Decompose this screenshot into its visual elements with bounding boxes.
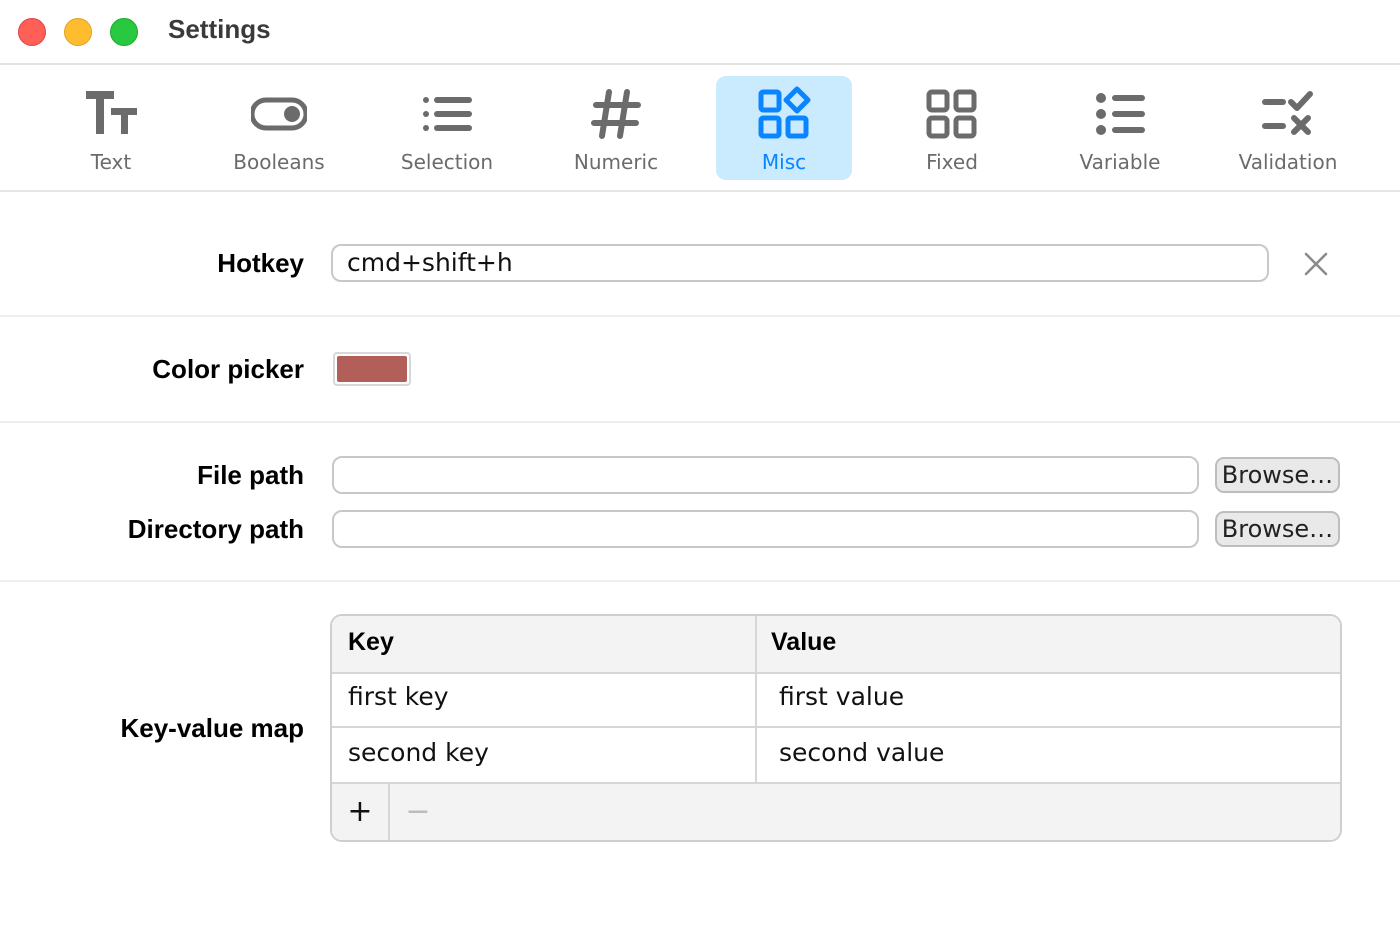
file-path-label: File path <box>197 460 304 490</box>
key-value-table: Key Value first key first value second k… <box>330 614 1342 842</box>
file-browse-button[interactable]: Browse… <box>1215 457 1340 493</box>
zoom-window-button[interactable] <box>110 18 138 46</box>
row-value-cell[interactable]: second value <box>779 738 944 767</box>
table-header: Key Value <box>332 616 1340 674</box>
column-header-value[interactable]: Value <box>771 628 836 657</box>
hash-icon <box>591 89 641 139</box>
divider <box>0 421 1400 423</box>
row-key-cell[interactable]: first key <box>348 682 449 711</box>
bullet-list-icon <box>1096 93 1145 135</box>
table-footer: + − <box>332 784 1340 840</box>
window-title: Settings <box>168 14 271 44</box>
row-key-cell[interactable]: second key <box>348 738 489 767</box>
color-picker-swatch[interactable] <box>333 352 411 386</box>
tab-text-label: Text <box>90 150 132 174</box>
close-window-button[interactable] <box>18 18 46 46</box>
row-value-cell[interactable]: first value <box>779 682 904 711</box>
color-swatch-fill <box>337 356 407 382</box>
tab-booleans[interactable]: Booleans <box>211 76 347 180</box>
divider <box>0 315 1400 317</box>
hotkey-value: cmd+shift+h <box>347 248 513 277</box>
hotkey-label: Hotkey <box>217 248 304 278</box>
add-row-button[interactable]: + <box>332 784 390 840</box>
tab-numeric-label: Numeric <box>573 150 659 174</box>
tab-misc-label: Misc <box>761 150 807 174</box>
divider <box>0 580 1400 582</box>
tab-misc[interactable]: Misc <box>716 76 852 180</box>
title-bar: Settings <box>0 0 1400 65</box>
color-picker-label: Color picker <box>152 354 304 384</box>
close-icon[interactable] <box>1300 248 1332 280</box>
tab-numeric[interactable]: Numeric <box>548 76 684 180</box>
toggle-icon <box>251 97 307 131</box>
table-row[interactable]: second key second value <box>332 728 1340 784</box>
directory-path-field[interactable] <box>332 510 1199 548</box>
check-x-list-icon <box>1262 91 1313 135</box>
key-value-map-label: Key-value map <box>120 713 304 743</box>
tab-validation-label: Validation <box>1238 150 1338 174</box>
directory-browse-button[interactable]: Browse… <box>1215 511 1340 547</box>
settings-toolbar: Text Booleans Selection Numeric Misc Fix… <box>0 65 1400 192</box>
column-header-key[interactable]: Key <box>348 628 394 657</box>
tab-text[interactable]: Text <box>43 76 179 180</box>
tab-variable[interactable]: Variable <box>1052 76 1188 180</box>
tab-selection[interactable]: Selection <box>379 76 515 180</box>
hotkey-field[interactable]: cmd+shift+h <box>331 244 1269 282</box>
directory-path-label: Directory path <box>127 514 304 544</box>
grid-icon <box>926 89 977 139</box>
column-divider <box>755 616 757 784</box>
tab-selection-label: Selection <box>400 150 494 174</box>
remove-row-button[interactable]: − <box>390 784 446 840</box>
tab-variable-label: Variable <box>1079 150 1161 174</box>
tab-booleans-label: Booleans <box>233 150 325 174</box>
tab-validation[interactable]: Validation <box>1220 76 1356 180</box>
tab-fixed[interactable]: Fixed <box>884 76 1020 180</box>
tab-fixed-label: Fixed <box>926 150 978 174</box>
minimize-window-button[interactable] <box>64 18 92 46</box>
table-row[interactable]: first key first value <box>332 672 1340 728</box>
widgets-icon <box>758 86 811 139</box>
text-format-icon <box>86 91 137 134</box>
file-path-field[interactable] <box>332 456 1199 494</box>
list-icon <box>423 97 472 131</box>
